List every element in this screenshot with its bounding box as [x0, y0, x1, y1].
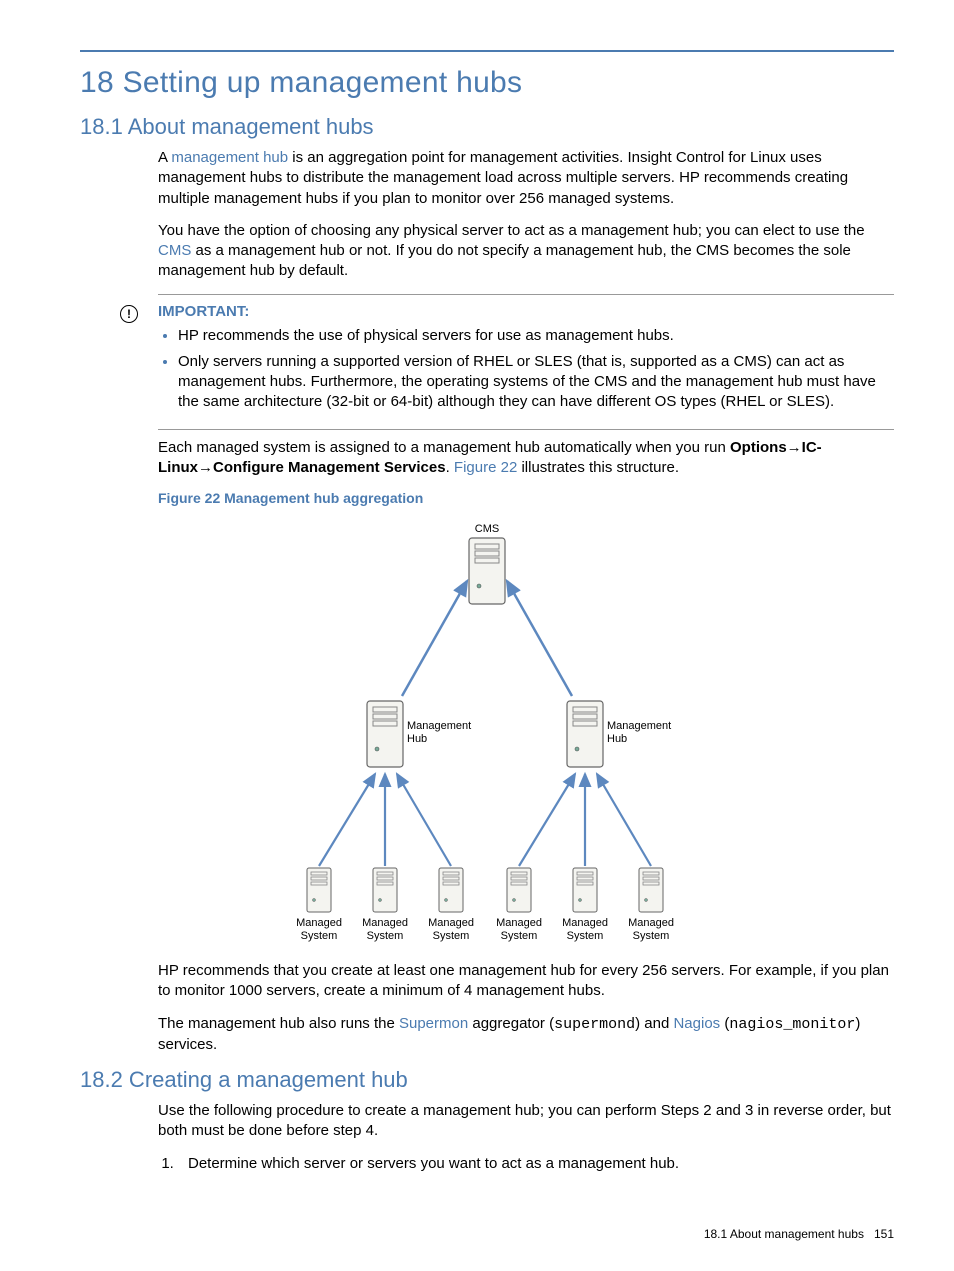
- footer-section-ref: 18.1 About management hubs: [704, 1227, 864, 1241]
- para-3-c: illustrates this structure.: [517, 459, 679, 476]
- svg-text:Managed: Managed: [496, 917, 542, 929]
- svg-text:System: System: [633, 930, 670, 942]
- svg-text:Management: Management: [607, 720, 671, 732]
- para-2-b: as a management hub or not. If you do no…: [158, 242, 851, 279]
- link-nagios[interactable]: Nagios: [673, 1015, 720, 1032]
- svg-text:System: System: [567, 930, 604, 942]
- svg-text:Management: Management: [407, 720, 471, 732]
- para-1-a: A: [158, 149, 171, 166]
- svg-text:System: System: [301, 930, 338, 942]
- chapter-title: 18 Setting up management hubs: [80, 66, 894, 100]
- svg-text:Managed: Managed: [296, 917, 342, 929]
- important-list: HP recommends the use of physical server…: [158, 326, 894, 413]
- para-2-a: You have the option of choosing any phys…: [158, 222, 865, 239]
- para-3-a: Each managed system is assigned to a man…: [158, 439, 730, 456]
- svg-text:Managed: Managed: [562, 917, 608, 929]
- para-3: Each managed system is assigned to a man…: [158, 438, 894, 479]
- para-5-c: ) and: [635, 1015, 673, 1032]
- section-18-1-heading: 18.1 About management hubs: [80, 114, 894, 140]
- svg-text:CMS: CMS: [475, 523, 499, 535]
- para-2: You have the option of choosing any phys…: [158, 221, 894, 282]
- para-5: The management hub also runs the Supermo…: [158, 1014, 894, 1056]
- para-5-d: (: [720, 1015, 729, 1032]
- creating-steps: Determine which server or servers you wa…: [158, 1154, 894, 1174]
- para-3-b: .: [446, 459, 454, 476]
- important-label: IMPORTANT:: [158, 303, 894, 320]
- svg-text:Managed: Managed: [628, 917, 674, 929]
- divider-bottom: [158, 429, 894, 430]
- important-item-1: HP recommends the use of physical server…: [178, 326, 894, 346]
- svg-text:Managed: Managed: [428, 917, 474, 929]
- creating-step-1: Determine which server or servers you wa…: [178, 1154, 894, 1174]
- svg-text:Hub: Hub: [407, 733, 427, 745]
- svg-text:System: System: [367, 930, 404, 942]
- divider-top: [158, 294, 894, 295]
- para-5-b: aggregator (: [468, 1015, 554, 1032]
- para-1: A management hub is an aggregation point…: [158, 148, 894, 209]
- section-18-2-heading: 18.2 Creating a management hub: [80, 1067, 894, 1093]
- footer-page-number: 151: [874, 1227, 894, 1241]
- link-cms[interactable]: CMS: [158, 242, 191, 259]
- mono-nagios-monitor: nagios_monitor: [729, 1016, 855, 1033]
- para-5-a: The management hub also runs the: [158, 1015, 399, 1032]
- svg-text:Hub: Hub: [607, 733, 627, 745]
- svg-text:Managed: Managed: [362, 917, 408, 929]
- link-figure-22[interactable]: Figure 22: [454, 459, 517, 476]
- important-item-2: Only servers running a supported version…: [178, 352, 894, 413]
- figure-22-diagram: CMS Management Hub Management Hub: [257, 516, 717, 961]
- important-block: ! IMPORTANT: HP recommends the use of ph…: [120, 303, 894, 423]
- page-footer: 18.1 About management hubs 151: [704, 1227, 894, 1241]
- mono-supermond: supermond: [554, 1016, 635, 1033]
- svg-text:System: System: [501, 930, 538, 942]
- para-4: HP recommends that you create at least o…: [158, 961, 894, 1002]
- top-rule: [80, 50, 894, 52]
- link-management-hub[interactable]: management hub: [171, 149, 288, 166]
- figure-22-caption: Figure 22 Management hub aggregation: [158, 490, 894, 506]
- link-supermon[interactable]: Supermon: [399, 1015, 468, 1032]
- creating-intro: Use the following procedure to create a …: [158, 1101, 894, 1142]
- important-icon: !: [120, 305, 138, 323]
- svg-text:System: System: [433, 930, 470, 942]
